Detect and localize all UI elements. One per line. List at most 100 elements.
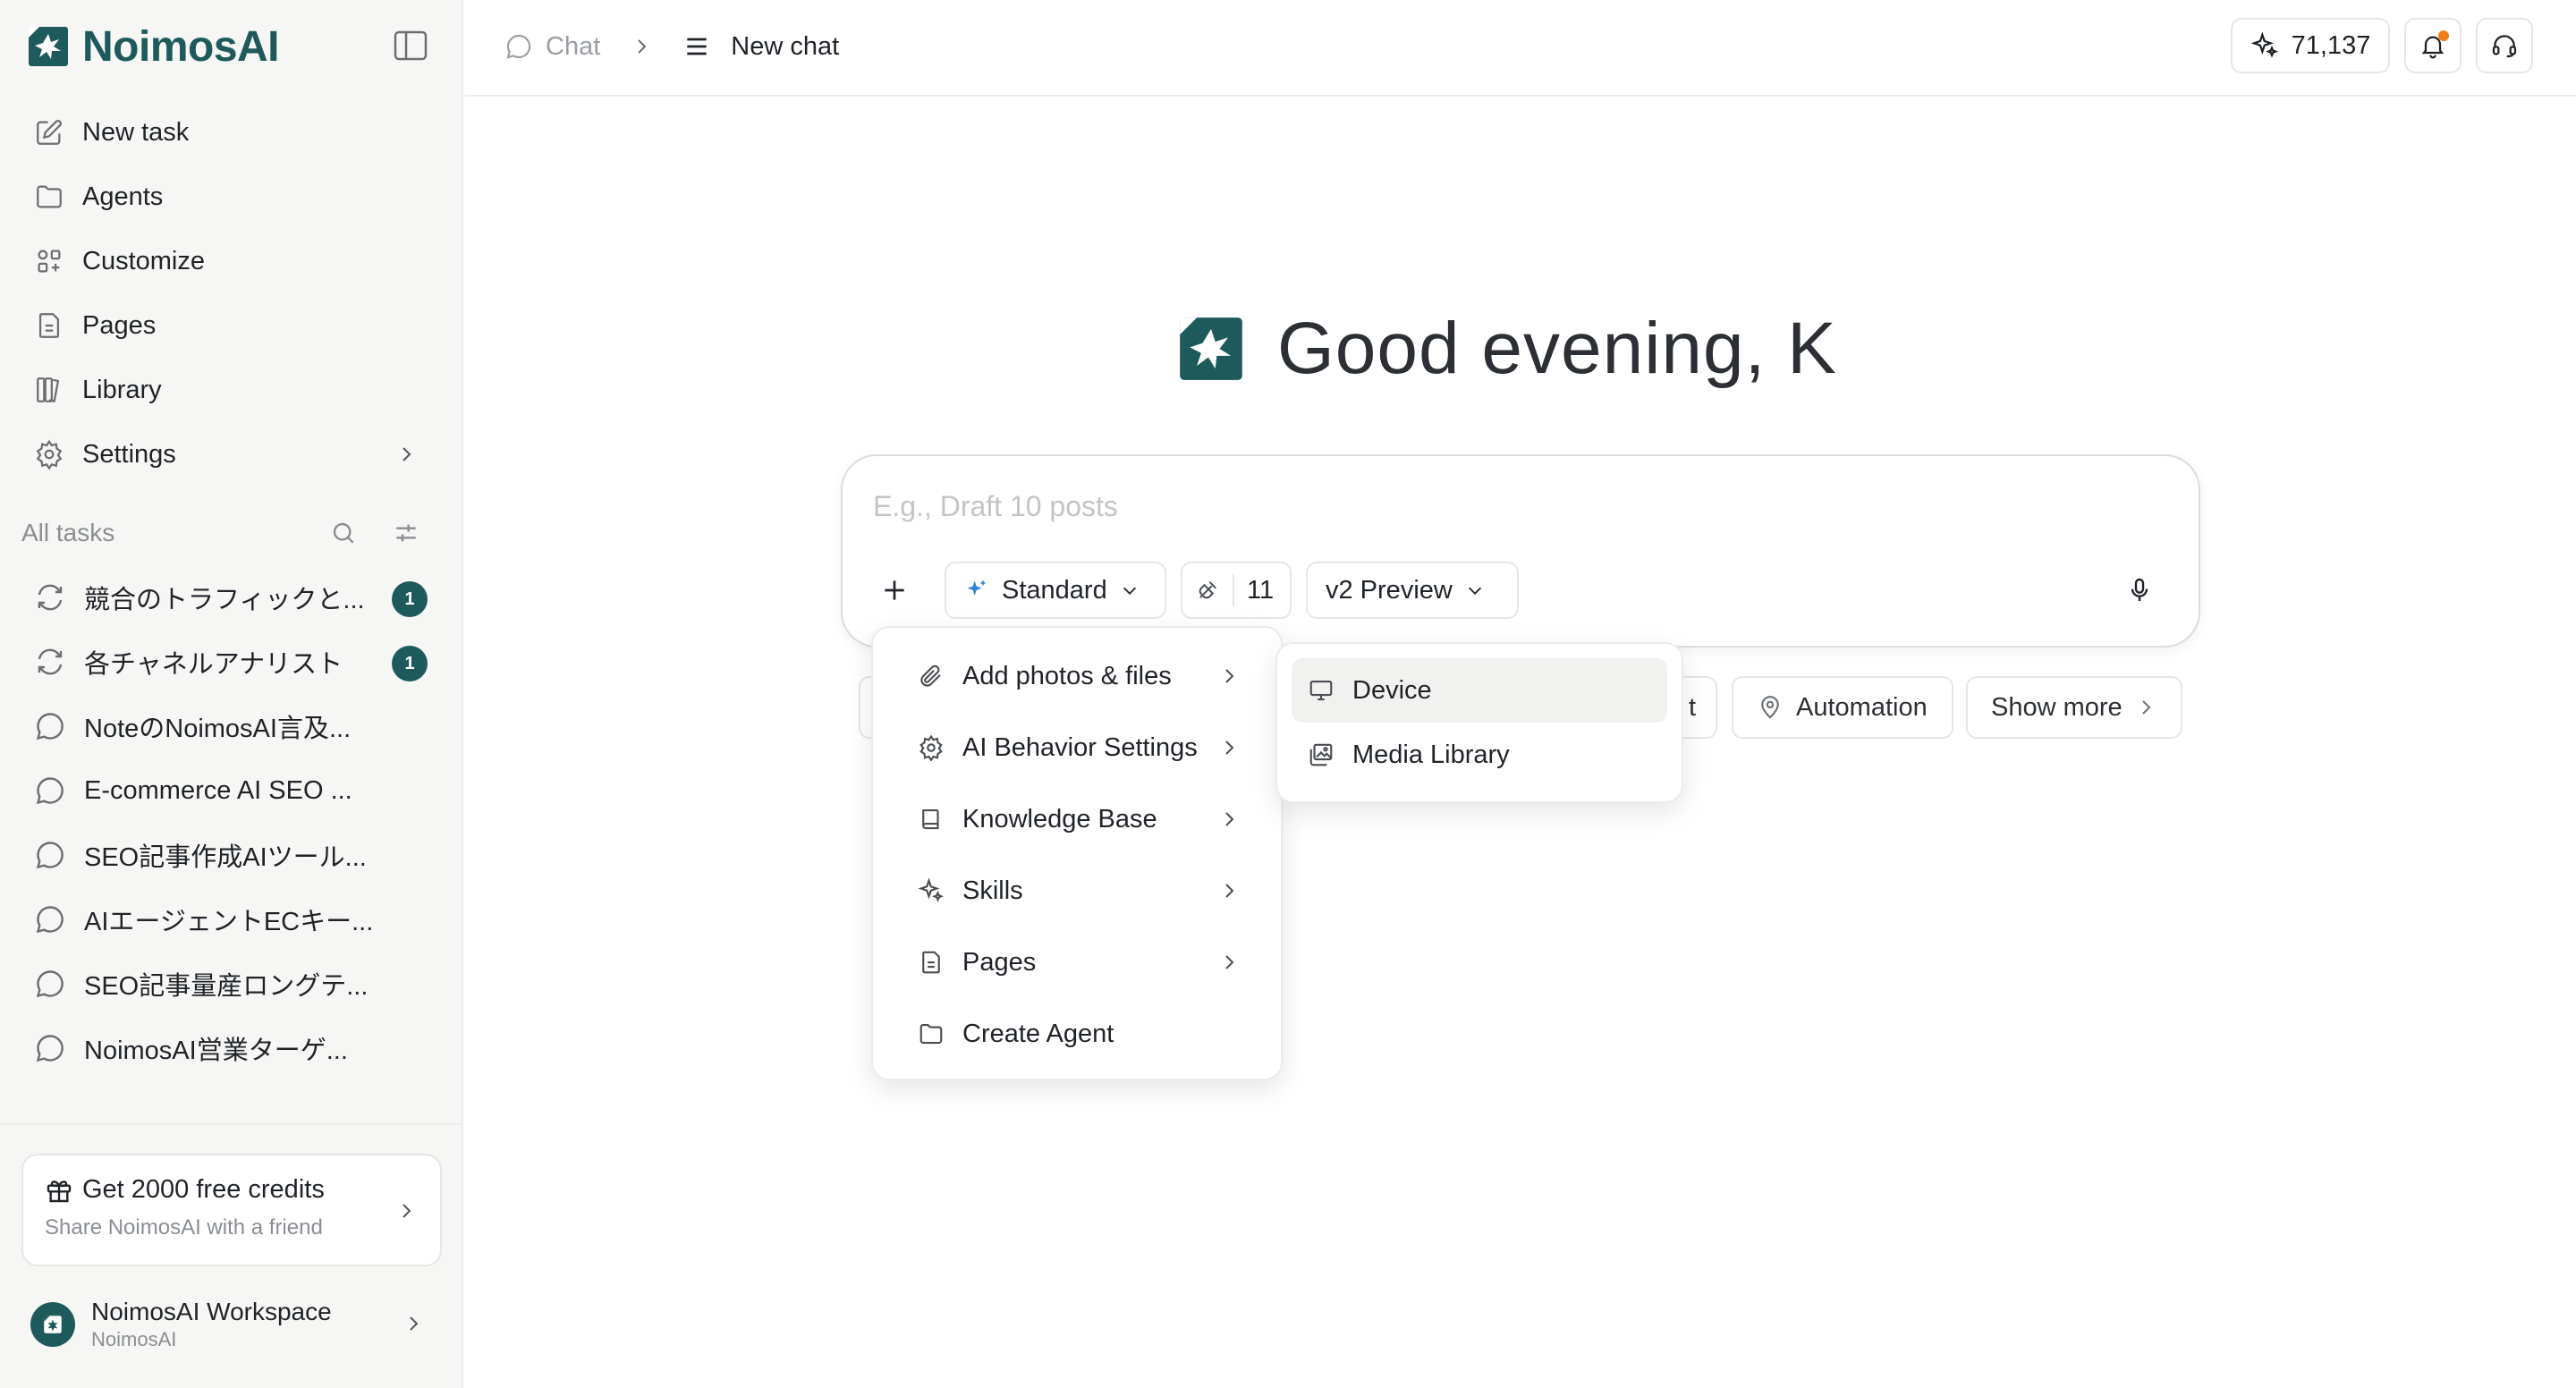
files-submenu: Device Media Library — [1275, 642, 1683, 803]
chat-bubble-icon — [34, 774, 66, 807]
all-tasks-label: All tasks — [21, 519, 115, 546]
book-icon — [918, 806, 945, 833]
breadcrumb: Chat New chat — [504, 29, 839, 64]
task-item[interactable]: 各チャネルアナリスト 1 — [21, 630, 442, 694]
filter-icon[interactable] — [392, 519, 420, 547]
sync-icon — [34, 646, 66, 678]
sync-icon — [34, 581, 66, 614]
menu-item-label: Create Agent — [962, 1019, 1114, 1048]
automation-chip[interactable]: Automation — [1732, 676, 1953, 739]
submenu-item-device[interactable]: Device — [1292, 658, 1667, 723]
task-label: NoimosAI営業ターゲ... — [84, 1037, 348, 1065]
chat-bubble-icon — [34, 1032, 66, 1064]
sidebar-item-agents[interactable]: Agents — [21, 165, 442, 229]
search-icon[interactable] — [329, 519, 358, 547]
chevron-right-icon — [395, 444, 417, 465]
sidebar-toggle-icon[interactable] — [394, 30, 428, 61]
workspace-name: NoimosAI Workspace — [91, 1298, 332, 1325]
credits-button[interactable]: 71,137 — [2231, 18, 2390, 73]
breadcrumb-chat[interactable]: Chat — [546, 32, 600, 62]
chat-bubble-icon — [34, 710, 66, 742]
task-label: AIエージェントECキー... — [84, 908, 374, 936]
chat-bubble-icon — [34, 968, 66, 1000]
tools-count: 11 — [1247, 575, 1275, 605]
unread-badge: 1 — [392, 646, 428, 681]
workspace-avatar — [30, 1302, 75, 1347]
task-label: 各チャネルアナリスト — [84, 650, 343, 679]
chat-bubble-icon — [34, 903, 66, 935]
promo-title-row: Get 2000 free credits — [45, 1175, 419, 1205]
task-item[interactable]: 競合のトラフィックと... 1 — [21, 565, 442, 630]
task-item[interactable]: NoimosAI営業ターゲ... — [21, 1016, 442, 1080]
menu-item-skills[interactable]: Skills — [886, 855, 1268, 927]
divider — [1233, 574, 1234, 606]
menu-item-pages[interactable]: Pages — [886, 927, 1268, 998]
chevron-right-icon — [1218, 665, 1240, 687]
notification-dot — [2438, 30, 2449, 41]
image-gallery-icon — [1308, 741, 1335, 768]
promo-title: Get 2000 free credits — [82, 1175, 325, 1204]
mode-label: Standard — [1002, 575, 1107, 605]
referral-promo-card[interactable]: Get 2000 free credits Share NoimosAI wit… — [21, 1154, 442, 1266]
task-label: NoteのNoimosAI言及... — [84, 715, 352, 743]
plus-icon[interactable] — [880, 576, 909, 605]
task-item[interactable]: SEO記事量産ロングテ... — [21, 952, 442, 1016]
task-label: E-commerce AI SEO ... — [84, 775, 352, 805]
unread-badge: 1 — [392, 581, 428, 617]
sidebar-nav: New task Agents Customize Pages Library … — [21, 100, 442, 487]
menu-item-knowledge-base[interactable]: Knowledge Base — [886, 783, 1268, 855]
tools-button[interactable]: 11 — [1181, 562, 1292, 619]
workspace-switcher[interactable]: NoimosAI Workspace NoimosAI — [30, 1293, 442, 1356]
breadcrumb-current: New chat — [731, 31, 840, 61]
submenu-item-media-library[interactable]: Media Library — [1292, 723, 1667, 787]
gear-icon — [918, 734, 945, 761]
sidebar-item-customize[interactable]: Customize — [21, 229, 442, 293]
document-icon — [918, 949, 945, 976]
credits-value: 71,137 — [2291, 30, 2371, 60]
sparkle-icon — [967, 580, 987, 596]
support-button[interactable] — [2476, 18, 2533, 73]
chevron-down-icon — [1468, 587, 1481, 595]
paperclip-icon — [918, 663, 945, 690]
monitor-icon — [1308, 677, 1335, 704]
task-item[interactable]: NoteのNoimosAI言及... — [21, 694, 442, 758]
divider — [0, 1123, 463, 1125]
noimosai-logo-icon — [27, 25, 70, 68]
show-more-chip[interactable]: Show more — [1966, 676, 2182, 739]
folder-icon — [918, 1020, 945, 1047]
all-tasks-header: All tasks — [21, 512, 442, 554]
sidebar-item-library[interactable]: Library — [21, 358, 442, 422]
workspace-text: NoimosAI Workspace NoimosAI — [91, 1298, 332, 1351]
brand[interactable]: NoimosAI — [27, 21, 280, 72]
microphone-icon[interactable] — [2125, 576, 2154, 605]
chat-bubble-icon — [34, 839, 66, 871]
task-label: SEO記事作成AIツール... — [84, 843, 367, 872]
menu-item-create-agent[interactable]: Create Agent — [886, 998, 1268, 1070]
sidebar-item-new-task[interactable]: New task — [21, 100, 442, 165]
task-label: 競合のトラフィックと... — [84, 586, 365, 614]
menu-item-add-photos-files[interactable]: Add photos & files — [886, 640, 1268, 712]
notifications-button[interactable] — [2404, 18, 2462, 73]
sidebar-item-label: New task — [82, 117, 190, 147]
prompt-input[interactable]: E.g., Draft 10 posts — [873, 490, 1118, 523]
chat-bubble-icon — [504, 32, 533, 61]
task-item[interactable]: SEO記事作成AIツール... — [21, 823, 442, 887]
sidebar-item-settings[interactable]: Settings — [21, 422, 442, 487]
chevron-right-icon — [1218, 808, 1240, 830]
task-item[interactable]: E-commerce AI SEO ... — [21, 758, 442, 823]
location-pin-icon — [1761, 696, 1779, 719]
edit-icon — [34, 117, 64, 148]
menu-item-ai-behavior-settings[interactable]: AI Behavior Settings — [886, 712, 1268, 783]
submenu-item-label: Media Library — [1352, 740, 1510, 769]
mode-selector[interactable]: Standard — [945, 562, 1166, 619]
sidebar-item-pages[interactable]: Pages — [21, 293, 442, 358]
task-item[interactable]: AIエージェントECキー... — [21, 887, 442, 952]
menu-icon[interactable] — [682, 32, 711, 61]
headset-icon — [2492, 35, 2517, 58]
sparkle-icon — [918, 877, 945, 904]
menu-item-label: Knowledge Base — [962, 804, 1157, 834]
task-list: 競合のトラフィックと... 1 各チャネルアナリスト 1 NoteのNoimos… — [21, 565, 442, 1080]
attach-menu: Add photos & files AI Behavior Settings … — [871, 626, 1283, 1080]
plug-icon — [1199, 580, 1217, 599]
model-selector[interactable]: v2 Preview — [1306, 562, 1519, 619]
